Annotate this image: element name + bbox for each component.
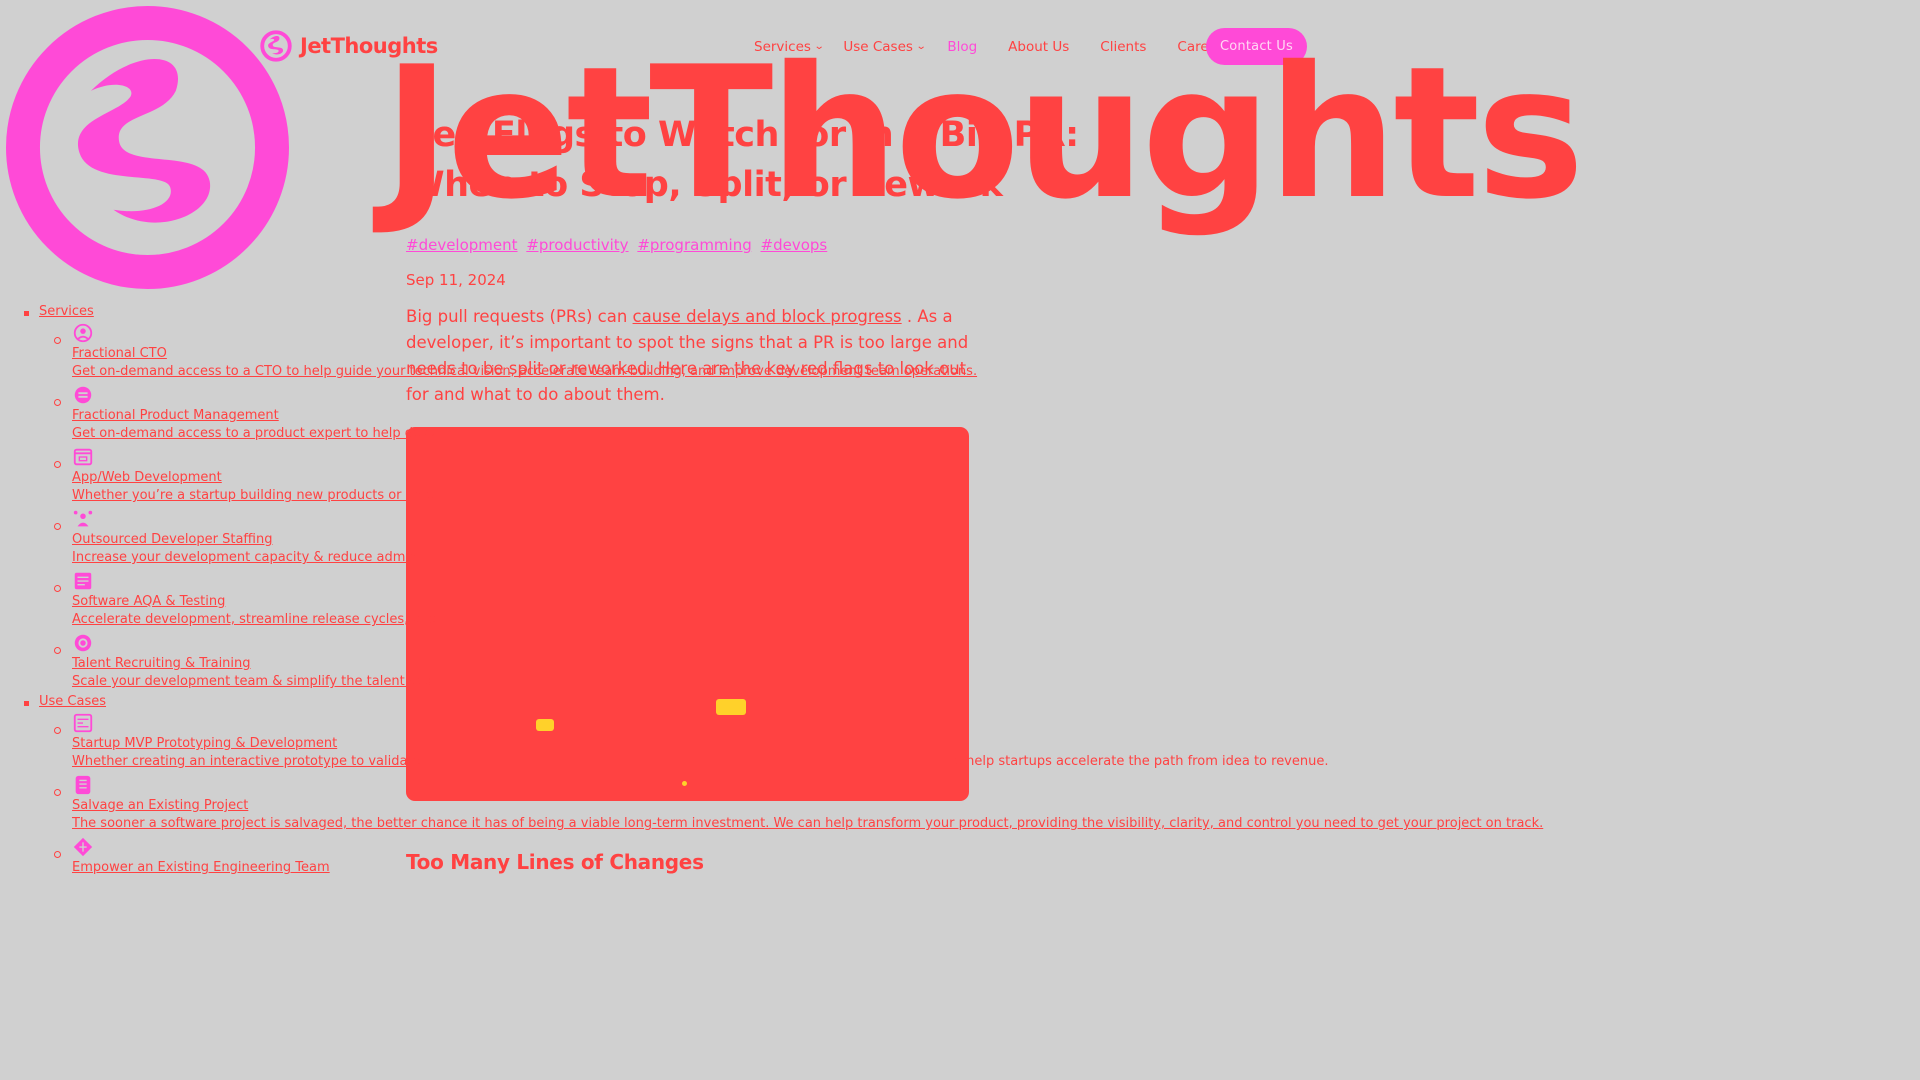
nav-blog[interactable]: Blog (947, 39, 977, 55)
tag-link[interactable]: #development (406, 236, 518, 254)
usecase-title[interactable]: Empower an Existing Engineering Team (72, 860, 330, 875)
list-bullet (54, 789, 61, 796)
usecase-desc-tail: e help startups accelerate the path from… (954, 754, 1329, 769)
nav-services[interactable]: Services ⌄ (754, 38, 825, 55)
intro-text: Big pull requests (PRs) can (406, 307, 633, 326)
logo-icon (6, 6, 289, 289)
section-heading: Too Many Lines of Changes (406, 850, 704, 874)
list-bullet (54, 461, 61, 468)
salvage-icon (75, 775, 91, 795)
nav-use-cases-label: Use Cases (843, 38, 913, 55)
usecase-title[interactable]: Startup MVP Prototyping & Development (72, 736, 337, 751)
logo-icon (260, 30, 292, 62)
image-highlight (536, 719, 554, 731)
service-desc[interactable]: Get on-demand access to a CTO to help gu… (72, 364, 977, 379)
image-highlight (682, 781, 687, 786)
nav-clients[interactable]: Clients (1100, 39, 1146, 55)
list-bullet (54, 523, 61, 530)
contact-us-button[interactable]: Contact Us (1206, 28, 1307, 65)
usecase-title[interactable]: Salvage an Existing Project (72, 798, 248, 813)
service-title[interactable]: Talent Recruiting & Training (72, 656, 251, 671)
image-highlight (716, 699, 746, 715)
article-tags: #development #productivity #programming … (406, 236, 831, 254)
mvp-icon (73, 713, 93, 733)
list-bullet (54, 647, 61, 654)
service-desc[interactable]: Accelerate development, streamline relea… (72, 612, 437, 627)
article-hero-image (406, 427, 969, 801)
service-title[interactable]: Fractional CTO (72, 346, 167, 361)
product-icon (74, 386, 92, 404)
service-desc[interactable]: Scale your development team & simplify t… (72, 674, 432, 689)
list-bullet (54, 337, 61, 344)
recruiting-icon (74, 634, 92, 652)
list-bullet (54, 585, 61, 592)
nav-services-label: Services (754, 38, 811, 55)
list-bullet (24, 311, 29, 316)
service-desc[interactable]: Whether you’re a startup building new pr… (72, 488, 434, 503)
tag-link[interactable]: #devops (761, 236, 828, 254)
chevron-down-icon: ⌄ (813, 41, 825, 52)
brand-name: JetThoughts (300, 34, 438, 58)
usecase-desc[interactable]: Whether creating an interactive prototyp… (72, 754, 1329, 769)
service-title[interactable]: App/Web Development (72, 470, 222, 485)
article-date: Sep 11, 2024 (406, 271, 506, 289)
tag-link[interactable]: #programming (637, 236, 751, 254)
article-title: Red Flags to Watch for in a Big PR: When… (406, 115, 1079, 205)
usecase-desc[interactable]: The sooner a software project is salvage… (72, 816, 1543, 831)
nav-about-us[interactable]: About Us (1008, 39, 1069, 55)
service-title[interactable]: Software AQA & Testing (72, 594, 225, 609)
sidebar-services-link[interactable]: Services (39, 304, 94, 319)
intro-link[interactable]: cause delays and block progress (633, 307, 902, 326)
main-nav: Services ⌄ Use Cases ⌄ Blog About Us Cli… (754, 28, 1261, 65)
staffing-icon (73, 510, 93, 527)
brand-link[interactable]: JetThoughts (260, 30, 438, 62)
webdev-icon (73, 448, 93, 466)
cto-icon (73, 323, 93, 343)
list-bullet (54, 851, 61, 858)
list-bullet (24, 701, 29, 706)
tag-link[interactable]: #productivity (526, 236, 628, 254)
service-title[interactable]: Outsourced Developer Staffing (72, 532, 273, 547)
service-desc[interactable]: Get on-demand access to a product expert… (72, 426, 440, 441)
nav-use-cases[interactable]: Use Cases ⌄ (843, 38, 927, 55)
sidebar-use-cases-link[interactable]: Use Cases (39, 694, 106, 709)
article-intro: Big pull requests (PRs) can cause delays… (406, 304, 971, 408)
list-bullet (54, 727, 61, 734)
usecase-desc-text: Whether creating an interactive prototyp… (72, 754, 430, 769)
qa-icon (74, 572, 92, 590)
service-title[interactable]: Fractional Product Management (72, 408, 279, 423)
service-desc[interactable]: Increase your development capacity & red… (72, 550, 433, 565)
list-bullet (54, 399, 61, 406)
team-icon (73, 837, 93, 857)
chevron-down-icon: ⌄ (915, 41, 927, 52)
